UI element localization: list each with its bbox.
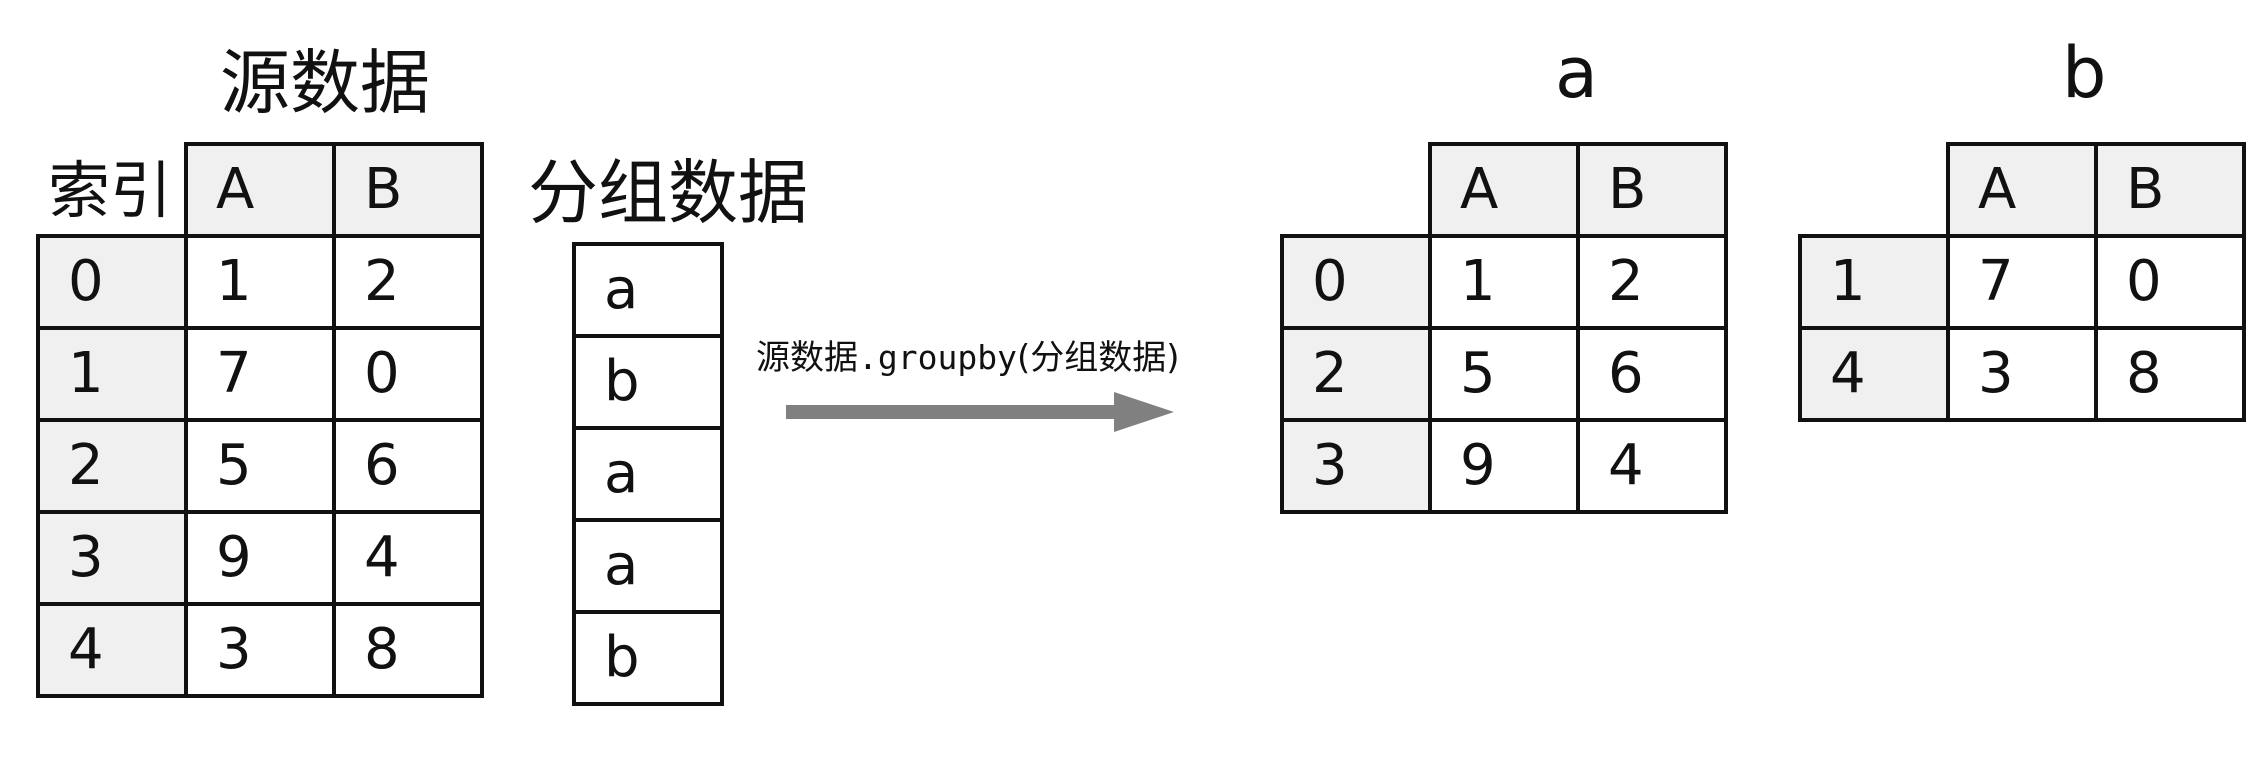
group-a-table: A B 012256394 [1280, 142, 1728, 514]
source-cell-b: 8 [332, 602, 484, 698]
group-a-cell-a: 9 [1428, 418, 1580, 514]
group-a-row: 256 [1280, 326, 1728, 422]
group-key-cell: a [572, 242, 724, 338]
source-cell-a: 9 [184, 510, 336, 606]
source-index-cell: 4 [36, 602, 188, 698]
group-a-col-header: B [1576, 142, 1728, 238]
group-key-row: a [572, 518, 724, 614]
groupby-label: 源数据.groupby(分组数据) [756, 330, 1179, 379]
group-a-cell-b: 4 [1576, 418, 1728, 514]
source-row: 170 [36, 326, 484, 422]
group-b-header-row: A B [1800, 142, 2246, 238]
group-b-index-cell: 4 [1798, 326, 1950, 422]
group-b-row: 438 [1798, 326, 2246, 422]
groupby-argument: (分组数据) [1016, 338, 1180, 378]
source-table: A B 012170256394438 [36, 142, 484, 698]
source-cell-b: 2 [332, 234, 484, 330]
group-b-corner [1800, 144, 1948, 236]
source-row: 256 [36, 418, 484, 514]
group-a-index-cell: 0 [1280, 234, 1432, 330]
group-key-row: b [572, 610, 724, 706]
source-cell-a: 1 [184, 234, 336, 330]
source-header-row: A B [38, 142, 484, 238]
group-keys-table: abaab [572, 242, 724, 706]
source-row: 012 [36, 234, 484, 330]
groupby-arrow [786, 392, 1174, 432]
group-a-header-row: A B [1282, 142, 1728, 238]
arrow-shaft [786, 405, 1116, 419]
arrow-head [1114, 392, 1174, 432]
groupby-method: .groupby [858, 338, 1017, 377]
group-key-cell: b [572, 334, 724, 430]
group-a-corner [1282, 144, 1430, 236]
source-col-header: A [184, 142, 336, 238]
source-cell-a: 3 [184, 602, 336, 698]
group-a-col-header: A [1428, 142, 1580, 238]
source-cell-a: 5 [184, 418, 336, 514]
group-a-index-cell: 2 [1280, 326, 1432, 422]
group-a-index-cell: 3 [1280, 418, 1432, 514]
group-b-cell-a: 3 [1946, 326, 2098, 422]
group-b-cell-b: 0 [2094, 234, 2246, 330]
source-title: 源数据 [220, 42, 430, 124]
source-cell-b: 0 [332, 326, 484, 422]
group-b-table: A B 170438 [1798, 142, 2246, 422]
group-a-title: a [1555, 32, 1598, 114]
group-a-row: 012 [1280, 234, 1728, 330]
groupby-prefix: 源数据 [756, 338, 858, 378]
group-a-cell-a: 1 [1428, 234, 1580, 330]
group-a-row: 394 [1280, 418, 1728, 514]
group-b-col-header: B [2094, 142, 2246, 238]
group-key-row: a [572, 242, 724, 338]
source-corner [38, 144, 186, 236]
group-a-cell-a: 5 [1428, 326, 1580, 422]
source-row: 394 [36, 510, 484, 606]
source-index-cell: 1 [36, 326, 188, 422]
group-b-cell-a: 7 [1946, 234, 2098, 330]
group-keys-title: 分组数据 [528, 152, 808, 234]
group-key-row: a [572, 426, 724, 522]
source-col-header: B [332, 142, 484, 238]
source-cell-a: 7 [184, 326, 336, 422]
group-b-col-header: A [1946, 142, 2098, 238]
source-index-cell: 0 [36, 234, 188, 330]
group-a-cell-b: 6 [1576, 326, 1728, 422]
group-b-row: 170 [1798, 234, 2246, 330]
source-row: 438 [36, 602, 484, 698]
group-key-row: b [572, 334, 724, 430]
group-key-cell: a [572, 426, 724, 522]
group-b-index-cell: 1 [1798, 234, 1950, 330]
source-cell-b: 4 [332, 510, 484, 606]
group-a-cell-b: 2 [1576, 234, 1728, 330]
group-key-cell: a [572, 518, 724, 614]
group-b-cell-b: 8 [2094, 326, 2246, 422]
group-b-title: b [2062, 32, 2107, 114]
group-key-cell: b [572, 610, 724, 706]
source-index-cell: 2 [36, 418, 188, 514]
source-cell-b: 6 [332, 418, 484, 514]
source-index-cell: 3 [36, 510, 188, 606]
